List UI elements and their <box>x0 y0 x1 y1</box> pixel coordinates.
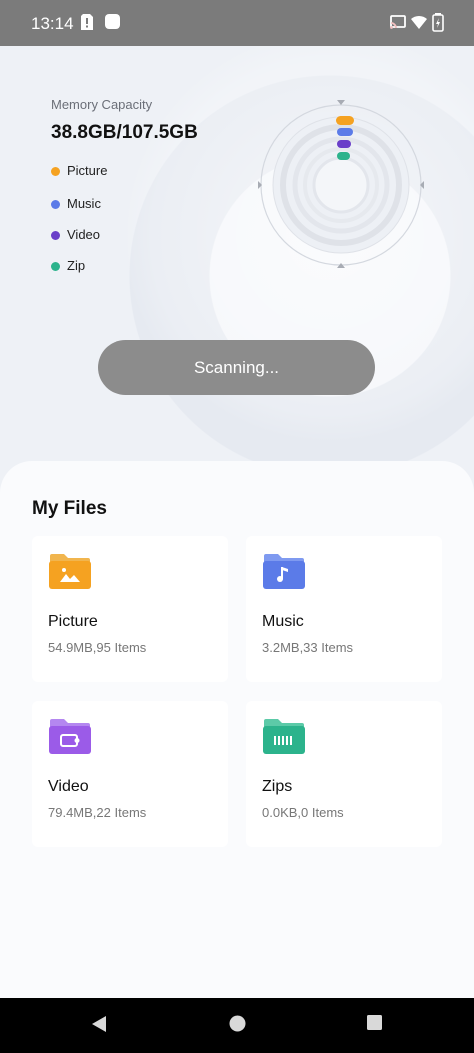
status-time: 13:14 <box>31 14 74 33</box>
file-card-meta: 79.4MB,22 Items <box>48 805 147 820</box>
video-segment <box>337 140 351 148</box>
legend-label: Zip <box>67 258 86 273</box>
legend-dot-picture <box>51 167 60 176</box>
memory-capacity-value: 38.8GB/107.5GB <box>51 122 198 143</box>
file-card-name: Picture <box>48 613 98 630</box>
storage-disc-graphic <box>258 100 424 268</box>
music-folder-icon <box>263 554 305 589</box>
picture-folder-icon <box>49 554 91 589</box>
status-bar: 13:14 <box>0 0 474 46</box>
file-card-meta: 3.2MB,33 Items <box>262 640 354 655</box>
battery-icon <box>432 13 444 32</box>
picture-segment <box>336 116 354 125</box>
file-card-video[interactable]: Video 79.4MB,22 Items <box>32 701 228 847</box>
wifi-icon <box>411 15 427 29</box>
file-card-zips[interactable]: Zips 0.0KB,0 Items <box>246 701 442 847</box>
file-card-name: Music <box>262 613 304 630</box>
legend-dot-video <box>51 231 60 240</box>
legend-dot-music <box>51 200 60 209</box>
file-card-name: Zips <box>262 778 293 795</box>
legend-label: Music <box>67 196 101 211</box>
music-segment <box>337 128 353 136</box>
video-folder-icon <box>49 719 91 754</box>
zip-folder-icon <box>263 719 305 754</box>
file-card-name: Video <box>48 778 89 795</box>
file-card-meta: 0.0KB,0 Items <box>262 805 344 820</box>
legend-dot-zip <box>51 262 60 271</box>
recents-icon[interactable] <box>366 1014 383 1031</box>
home-icon[interactable] <box>228 1014 247 1033</box>
file-card-music[interactable]: Music 3.2MB,33 Items <box>246 536 442 682</box>
back-icon[interactable] <box>90 1014 108 1034</box>
system-nav-bar <box>0 998 474 1053</box>
legend-label: Picture <box>67 163 108 178</box>
notification-icon <box>105 14 120 29</box>
file-card-picture[interactable]: Picture 54.9MB,95 Items <box>32 536 228 682</box>
memory-capacity-label: Memory Capacity <box>51 97 153 112</box>
sim-alert-icon <box>81 14 93 30</box>
file-card-meta: 54.9MB,95 Items <box>48 640 147 655</box>
legend-label: Video <box>67 227 101 242</box>
zip-segment <box>337 152 350 160</box>
scanning-label: Scanning... <box>193 357 280 377</box>
scanning-button[interactable]: Scanning... <box>98 340 375 395</box>
my-files-title: My Files <box>32 498 107 519</box>
cast-icon <box>390 15 406 29</box>
